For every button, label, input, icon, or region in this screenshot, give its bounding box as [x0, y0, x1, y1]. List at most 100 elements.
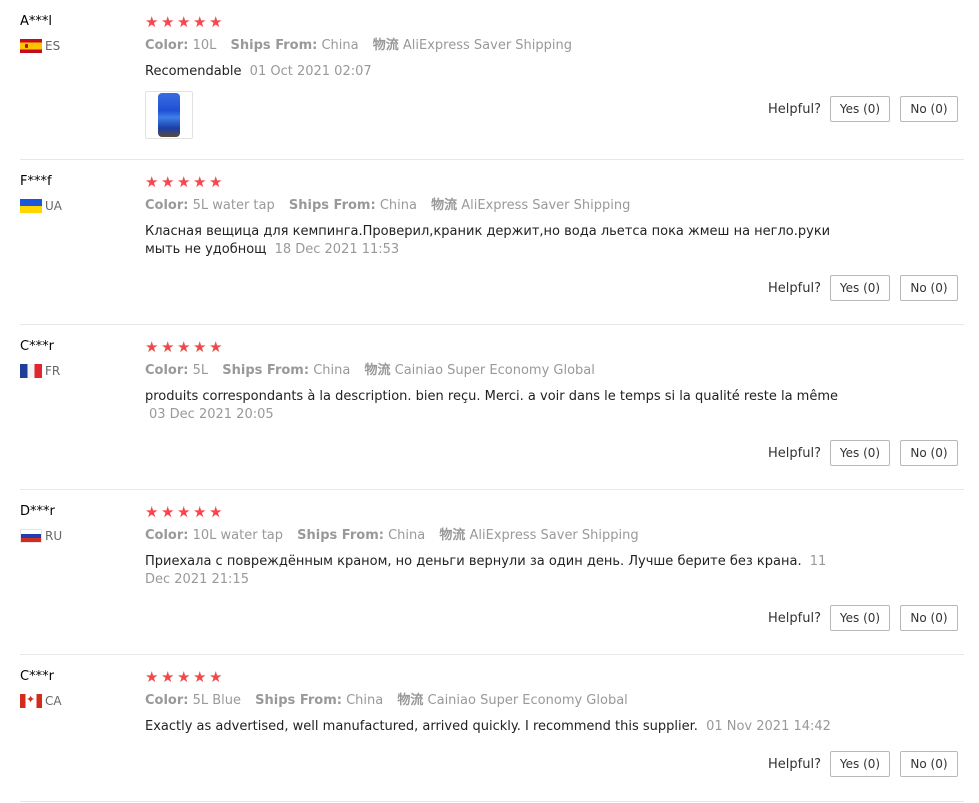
spain-flag-icon [20, 39, 42, 53]
reviewer-info: C***r CA [20, 669, 140, 708]
helpful-yes-button[interactable]: Yes (0) [830, 275, 890, 301]
star-icon: ★ [145, 668, 159, 686]
canada-flag-icon [20, 694, 42, 708]
logistics-label: 物流 [364, 363, 391, 378]
helpful-yes-button[interactable]: Yes (0) [830, 96, 890, 122]
color-value: 5L [192, 363, 209, 378]
reviewer-country: RU [20, 529, 140, 543]
helpful-label: Helpful? [768, 101, 821, 117]
star-icon: ★ [193, 503, 207, 521]
review-date: 03 Dec 2021 20:05 [149, 407, 274, 422]
review-body: Exactly as advertised, well manufactured… [145, 719, 698, 734]
reviewer-info: D***r RU [20, 504, 140, 543]
reviews-list: A***l ES ★ ★ ★ ★ ★ Color: 10L Ships From: Ch… [0, 0, 979, 803]
review-photo-thumbnail[interactable] [145, 91, 193, 139]
country-code: RU [45, 529, 63, 543]
helpful-label: Helpful? [768, 280, 821, 296]
helpful-no-button[interactable]: No (0) [900, 605, 958, 631]
logistics-value: AliExpress Saver Shipping [469, 528, 639, 543]
helpful-no-button[interactable]: No (0) [900, 275, 958, 301]
star-icon: ★ [161, 503, 175, 521]
review-item: C***r FR ★ ★ ★ ★ ★ Color: 5L Ships From: Chi… [20, 339, 964, 490]
reviewer-info: C***r FR [20, 339, 140, 378]
review-content: ★ ★ ★ ★ ★ Color: 5L Ships From: China 物流 Cai… [145, 339, 845, 424]
review-meta: Color: 10L water tap Ships From: China 物… [145, 528, 845, 544]
star-icon: ★ [209, 668, 223, 686]
review-content: ★ ★ ★ ★ ★ Color: 5L Blue Ships From: China 物… [145, 669, 845, 736]
star-icon: ★ [161, 338, 175, 356]
product-photo [158, 93, 180, 137]
star-icon: ★ [193, 13, 207, 31]
star-icon: ★ [161, 173, 175, 191]
ships-from-label: Ships From: [255, 693, 342, 708]
helpful-label: Helpful? [768, 756, 821, 772]
color-value: 5L water tap [192, 198, 275, 213]
review-body: Recomendable [145, 64, 242, 79]
review-content: ★ ★ ★ ★ ★ Color: 5L water tap Ships From: Ch… [145, 174, 845, 259]
review-meta: Color: 10L Ships From: China 物流 AliExpre… [145, 38, 845, 54]
helpful-no-button[interactable]: No (0) [900, 96, 958, 122]
helpful-yes-button[interactable]: Yes (0) [830, 605, 890, 631]
review-text: Exactly as advertised, well manufactured… [145, 718, 845, 736]
star-icon: ★ [177, 668, 191, 686]
star-icon: ★ [145, 503, 159, 521]
russia-flag-icon [20, 529, 42, 543]
ships-from-value: China [346, 693, 384, 708]
review-text: produits correspondants à la description… [145, 388, 845, 424]
star-rating: ★ ★ ★ ★ ★ [145, 504, 845, 520]
star-rating: ★ ★ ★ ★ ★ [145, 14, 845, 30]
review-text: Recomendable 01 Oct 2021 02:07 [145, 63, 845, 81]
ships-from-value: China [321, 38, 359, 53]
reviewer-country: CA [20, 694, 140, 708]
ships-from-label: Ships From: [230, 38, 318, 53]
review-date: 18 Dec 2021 11:53 [274, 242, 400, 257]
reviewer-name: F***f [20, 174, 52, 189]
color-label: Color: [145, 528, 189, 543]
helpful-vote: Helpful? Yes (0) No (0) [768, 275, 958, 301]
color-label: Color: [145, 38, 189, 53]
star-icon: ★ [193, 668, 207, 686]
review-date: 01 Oct 2021 02:07 [249, 64, 372, 79]
review-text: Приехала с повреждённым краном, но деньг… [145, 553, 845, 589]
logistics-value: Cainiao Super Economy Global [427, 693, 628, 708]
star-icon: ★ [177, 338, 191, 356]
logistics-value: AliExpress Saver Shipping [461, 198, 631, 213]
helpful-no-button[interactable]: No (0) [900, 751, 958, 777]
reviewer-info: F***f UA [20, 174, 140, 213]
logistics-value: AliExpress Saver Shipping [402, 38, 573, 53]
helpful-yes-button[interactable]: Yes (0) [830, 440, 890, 466]
star-icon: ★ [209, 173, 223, 191]
reviewer-info: A***l ES [20, 14, 140, 53]
review-body: produits correspondants à la description… [145, 389, 838, 404]
color-value: 10L [192, 38, 217, 53]
ships-from-value: China [388, 528, 426, 543]
review-item: C***r CA ★★★★★ Color: 5L Blue Ships From… [20, 669, 964, 802]
star-icon: ★ [209, 13, 223, 31]
reviewer-country: UA [20, 199, 140, 213]
star-icon: ★ [145, 13, 159, 31]
review-meta: Color: 5L water tap Ships From: China 物流… [145, 198, 845, 214]
ukraine-flag-icon [20, 199, 42, 213]
ships-from-value: China [313, 363, 351, 378]
review-item: D***r RU ★ ★ ★ ★ ★ Color: 10L water tap Ship… [20, 504, 964, 655]
logistics-value: Cainiao Super Economy Global [394, 363, 595, 378]
reviewer-name: C***r [20, 339, 54, 354]
star-icon: ★ [161, 668, 175, 686]
helpful-no-button[interactable]: No (0) [900, 440, 958, 466]
country-code: FR [45, 364, 61, 378]
review-text: Класная вещица для кемпинга.Проверил,кра… [145, 223, 845, 259]
star-icon: ★ [145, 338, 159, 356]
reviewer-name: C***r [20, 669, 54, 684]
ships-from-label: Ships From: [288, 198, 376, 213]
color-value: 5L Blue [192, 693, 242, 708]
helpful-yes-button[interactable]: Yes (0) [830, 751, 890, 777]
helpful-vote: Helpful? Yes (0) No (0) [768, 440, 958, 466]
star-rating: ★ ★ ★ ★ ★ [145, 669, 845, 685]
review-item: F***f UA ★ ★ ★ ★ ★ Color: 5L water tap Ships… [20, 174, 964, 325]
france-flag-icon [20, 364, 42, 378]
review-content: ★ ★ ★ ★ ★ Color: 10L water tap Ships From: C… [145, 504, 845, 589]
reviewer-country: ES [20, 39, 140, 53]
helpful-label: Helpful? [768, 445, 821, 461]
review-meta: Color: 5L Blue Ships From: China 物流 Cain… [145, 693, 845, 709]
star-icon: ★ [161, 13, 175, 31]
